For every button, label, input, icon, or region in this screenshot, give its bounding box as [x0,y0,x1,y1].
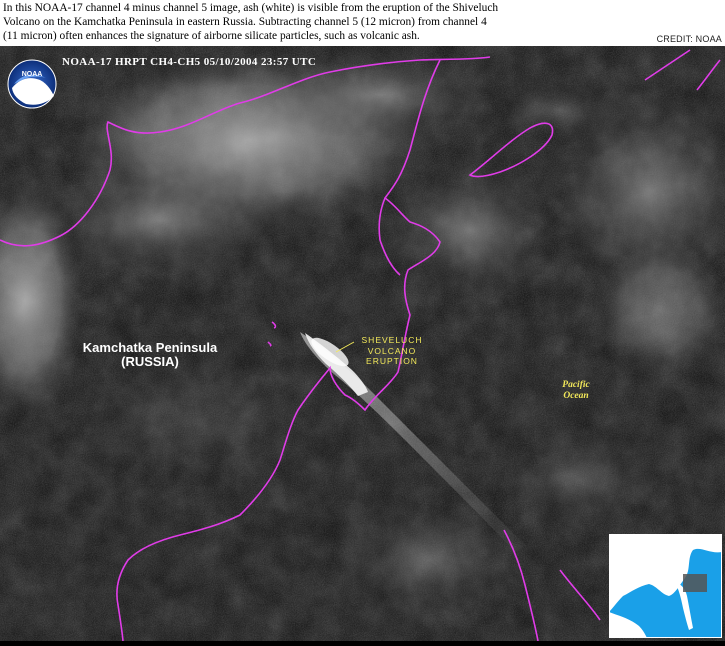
volcano-label-line-2: VOLCANO [367,345,417,356]
pacific-ocean-label: Pacific Ocean [548,380,604,402]
pacific-label-line-1: Pacific [562,380,590,390]
caption-line-1: In this NOAA-17 channel 4 minus channel … [3,2,499,14]
volcano-label-line-1: SHEVELUCH [361,335,423,345]
kamchatka-label-line-2: (RUSSIA) [121,354,179,369]
inset-map-svg [608,533,723,639]
kamchatka-label-line-1: Kamchatka Peninsula [82,340,218,355]
volcano-label: SHEVELUCH VOLCANO ERUPTION [352,335,432,367]
noaa-logo-hotspot [8,52,56,100]
inset-region-marker [683,574,707,592]
pacific-label-line-2: Ocean [563,391,589,401]
volcano-label-line-3: ERUPTION [366,356,418,366]
credit-label: CREDIT: NOAA [656,34,722,44]
caption-bar: In this NOAA-17 channel 4 minus channel … [0,0,725,46]
caption-line-3: (11 micron) often enhances the signature… [3,30,420,42]
caption-text: In this NOAA-17 channel 4 minus channel … [3,1,643,43]
caption-line-2: Volcano on the Kamchatka Peninsula in ea… [3,16,487,28]
locator-inset-map [608,533,723,639]
kamchatka-label: Kamchatka Peninsula (RUSSIA) [60,341,240,369]
image-header: NOAA-17 HRPT CH4-CH5 05/10/2004 23:57 UT… [62,56,317,68]
